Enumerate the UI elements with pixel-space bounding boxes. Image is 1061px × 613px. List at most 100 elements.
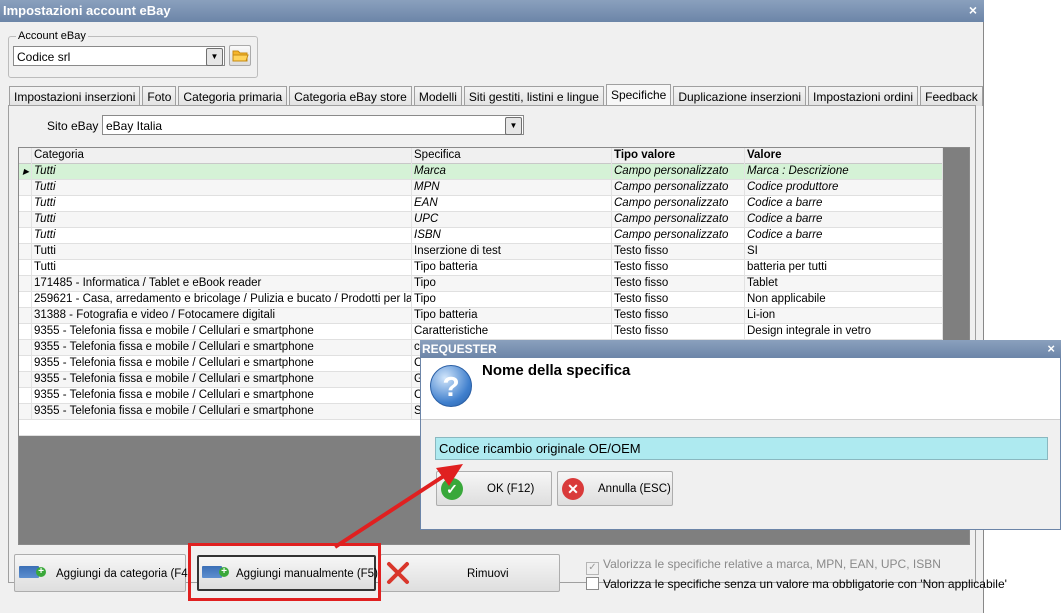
- cell-categoria[interactable]: Tutti: [32, 212, 412, 228]
- table-row[interactable]: 171485 - Informatica / Tablet e eBook re…: [19, 276, 943, 292]
- tab-categoria-ebay-store[interactable]: Categoria eBay store: [289, 86, 412, 106]
- not-applicable-checkbox[interactable]: Valorizza le specifiche senza un valore …: [586, 577, 1007, 591]
- column-header-specifica[interactable]: Specifica: [412, 148, 612, 164]
- chevron-down-icon[interactable]: ▼: [505, 117, 522, 135]
- tab-impostazioni-inserzioni[interactable]: Impostazioni inserzioni: [9, 86, 141, 106]
- column-header-categoria[interactable]: Categoria: [32, 148, 412, 164]
- site-select[interactable]: eBay Italia ▼: [102, 115, 524, 135]
- row-indicator: [19, 276, 32, 292]
- table-row[interactable]: 259621 - Casa, arredamento e bricolage /…: [19, 292, 943, 308]
- chevron-down-icon[interactable]: ▼: [206, 48, 223, 66]
- cell-categoria[interactable]: 9355 - Telefonia fissa e mobile / Cellul…: [32, 340, 412, 356]
- cell-valore[interactable]: batteria per tutti: [745, 260, 943, 276]
- cell-tipo-valore[interactable]: Campo personalizzato: [612, 180, 745, 196]
- tab-impostazioni-ordini[interactable]: Impostazioni ordini: [808, 86, 919, 106]
- cell-specifica[interactable]: Tipo: [412, 276, 612, 292]
- table-row[interactable]: Tutti Tipo batteria Testo fisso batteria pe…: [19, 260, 943, 276]
- cell-categoria[interactable]: Tutti: [32, 228, 412, 244]
- table-row[interactable]: 31388 - Fotografia e video / Fotocamere …: [19, 308, 943, 324]
- cell-specifica[interactable]: UPC: [412, 212, 612, 228]
- cancel-button[interactable]: ✕ Annulla (ESC): [557, 471, 673, 506]
- cell-categoria[interactable]: Tutti: [32, 180, 412, 196]
- open-folder-button[interactable]: [229, 45, 251, 66]
- cell-tipo-valore[interactable]: Testo fisso: [612, 324, 745, 340]
- cell-categoria[interactable]: 171485 - Informatica / Tablet e eBook re…: [32, 276, 412, 292]
- cell-categoria[interactable]: Tutti: [32, 196, 412, 212]
- close-icon: ✕: [562, 478, 584, 500]
- checkbox-icon: [586, 577, 599, 590]
- cell-valore[interactable]: Codice a barre: [745, 228, 943, 244]
- cell-tipo-valore[interactable]: Testo fisso: [612, 260, 745, 276]
- cell-valore[interactable]: Design integrale in vetro: [745, 324, 943, 340]
- ok-button[interactable]: ✓ OK (F12): [436, 471, 552, 506]
- cell-categoria[interactable]: Tutti: [32, 260, 412, 276]
- cell-categoria[interactable]: Tutti: [32, 164, 412, 180]
- cell-tipo-valore[interactable]: Campo personalizzato: [612, 196, 745, 212]
- cell-categoria[interactable]: 259621 - Casa, arredamento e bricolage /…: [32, 292, 412, 308]
- tab-siti-gestiti[interactable]: Siti gestiti, listini e lingue: [463, 86, 604, 106]
- ok-label: OK (F12): [487, 483, 535, 495]
- cell-tipo-valore[interactable]: Campo personalizzato: [612, 228, 745, 244]
- table-row[interactable]: Tutti UPC Campo personalizzato Codice a bar…: [19, 212, 943, 228]
- not-applicable-label: Valorizza le specifiche senza un valore …: [603, 577, 1007, 591]
- table-row[interactable]: Tutti ISBN Campo personalizzato Codice a ba…: [19, 228, 943, 244]
- row-indicator: [19, 180, 32, 196]
- tab-specifiche[interactable]: Specifiche: [605, 84, 672, 107]
- cell-specifica[interactable]: Tipo batteria: [412, 308, 612, 324]
- add-icon: [19, 566, 46, 578]
- cell-valore[interactable]: Tablet: [745, 276, 943, 292]
- cell-tipo-valore[interactable]: Campo personalizzato: [612, 164, 745, 180]
- cell-valore[interactable]: Marca : Descrizione: [745, 164, 943, 180]
- cell-specifica[interactable]: EAN: [412, 196, 612, 212]
- remove-button[interactable]: Rimuovi: [380, 554, 560, 592]
- table-row[interactable]: Tutti Inserzione di test Testo fisso SI: [19, 244, 943, 260]
- row-indicator-header: [19, 148, 32, 164]
- cell-specifica[interactable]: Caratteristiche: [412, 324, 612, 340]
- cell-tipo-valore[interactable]: Campo personalizzato: [612, 212, 745, 228]
- site-label: Sito eBay :: [47, 119, 106, 133]
- column-header-valore[interactable]: Valore: [745, 148, 943, 164]
- tab-categoria-primaria[interactable]: Categoria primaria: [178, 86, 288, 106]
- close-icon[interactable]: ×: [1047, 341, 1055, 356]
- cell-categoria[interactable]: 9355 - Telefonia fissa e mobile / Cellul…: [32, 404, 412, 420]
- cell-specifica[interactable]: MPN: [412, 180, 612, 196]
- cell-categoria[interactable]: 9355 - Telefonia fissa e mobile / Cellul…: [32, 372, 412, 388]
- cell-specifica[interactable]: Tipo batteria: [412, 260, 612, 276]
- cell-valore[interactable]: Codice produttore: [745, 180, 943, 196]
- close-icon[interactable]: ×: [969, 2, 977, 18]
- cell-specifica[interactable]: Tipo: [412, 292, 612, 308]
- add-from-category-label: Aggiungi da categoria (F4): [56, 568, 192, 580]
- tab-feedback[interactable]: Feedback: [920, 86, 983, 106]
- cell-tipo-valore[interactable]: Testo fisso: [612, 308, 745, 324]
- tab-foto[interactable]: Foto: [142, 86, 177, 106]
- remove-icon: [387, 562, 409, 584]
- cell-specifica[interactable]: ISBN: [412, 228, 612, 244]
- cell-categoria[interactable]: 9355 - Telefonia fissa e mobile / Cellul…: [32, 324, 412, 340]
- cell-specifica[interactable]: Inserzione di test: [412, 244, 612, 260]
- cell-tipo-valore[interactable]: Testo fisso: [612, 276, 745, 292]
- tab-duplicazione-inserzioni[interactable]: Duplicazione inserzioni: [673, 86, 807, 106]
- cell-categoria[interactable]: 9355 - Telefonia fissa e mobile / Cellul…: [32, 356, 412, 372]
- account-select[interactable]: Codice srl ▼: [13, 46, 225, 66]
- cell-tipo-valore[interactable]: Testo fisso: [612, 292, 745, 308]
- cell-valore[interactable]: Codice a barre: [745, 212, 943, 228]
- cell-categoria[interactable]: 31388 - Fotografia e video / Fotocamere …: [32, 308, 412, 324]
- row-indicator: [19, 324, 32, 340]
- add-from-category-button[interactable]: Aggiungi da categoria (F4): [14, 554, 192, 592]
- column-header-tipo-valore[interactable]: Tipo valore: [612, 148, 745, 164]
- cell-categoria[interactable]: 9355 - Telefonia fissa e mobile / Cellul…: [32, 388, 412, 404]
- table-row[interactable]: Tutti MPN Campo personalizzato Codice produ…: [19, 180, 943, 196]
- cell-valore[interactable]: Non applicabile: [745, 292, 943, 308]
- cell-valore[interactable]: Codice a barre: [745, 196, 943, 212]
- cell-categoria[interactable]: Tutti: [32, 244, 412, 260]
- cell-valore[interactable]: Li-ion: [745, 308, 943, 324]
- tab-modelli[interactable]: Modelli: [413, 86, 462, 106]
- table-row[interactable]: ▶ Tutti Marca Campo personalizzato Marca : D…: [19, 164, 943, 180]
- cell-tipo-valore[interactable]: Testo fisso: [612, 244, 745, 260]
- cell-specifica[interactable]: Marca: [412, 164, 612, 180]
- table-row[interactable]: 9355 - Telefonia fissa e mobile / Cellul…: [19, 324, 943, 340]
- table-row[interactable]: Tutti EAN Campo personalizzato Codice a bar…: [19, 196, 943, 212]
- spec-name-input[interactable]: Codice ricambio originale OE/OEM: [435, 437, 1048, 460]
- brand-specs-checkbox[interactable]: ✓ Valorizza le specifiche relative a marc…: [586, 557, 941, 575]
- cell-valore[interactable]: SI: [745, 244, 943, 260]
